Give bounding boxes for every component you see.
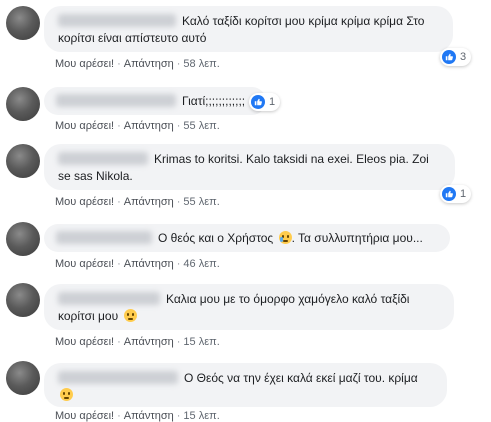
like-link[interactable]: Μου αρέσει! [55,336,114,348]
reply-link[interactable]: Απάντηση [124,196,174,208]
comment-actions: Μου αρέσει! · Απάντηση · 46 λεπ. [55,258,220,270]
reaction-number: 1 [269,96,276,108]
comment-text: Ο θεός και ο Χρήστος [158,231,274,245]
timestamp[interactable]: 55 λεπ. [183,196,219,208]
reply-link[interactable]: Απάντηση [124,120,174,132]
reaction-number: 3 [460,51,467,63]
separator: · [117,120,121,132]
comment-actions: Μου αρέσει! · Απάντηση · 15 λεπ. [55,336,220,348]
timestamp[interactable]: 55 λεπ. [183,120,219,132]
author-name[interactable] [58,152,148,165]
separator: · [117,58,121,70]
comment-bubble: Καλια μου με το όμορφο χαμόγελο καλό ταξ… [44,284,454,330]
author-name[interactable] [58,292,160,305]
comment-actions: Μου αρέσει! · Απάντηση · 58 λεπ. [55,58,220,70]
comment-text: Γιατί;;;;;;;;;;;; [182,94,246,108]
reaction-count[interactable]: 3 [440,48,472,66]
separator: · [176,58,181,70]
comment-bubble: Krimas to koritsi. Kalo taksidi na exei.… [44,144,455,190]
timestamp[interactable]: 15 λεπ. [183,410,219,422]
timestamp[interactable]: 58 λεπ. [183,58,219,70]
like-link[interactable]: Μου αρέσει! [55,196,114,208]
author-name[interactable] [58,14,176,27]
like-thumb-icon [251,95,265,109]
separator: · [117,196,121,208]
author-name[interactable] [56,231,152,244]
separator: · [117,336,121,348]
sad-face-emoji [60,388,73,401]
separator: · [176,120,181,132]
reaction-count[interactable]: 1 [249,93,281,111]
comment-bubble: Γιατί;;;;;;;;;;;; [44,87,266,115]
separator: · [176,196,181,208]
author-name[interactable] [58,371,178,384]
comment-text-after: Τα συλλυπητήρια μου... [298,231,423,245]
timestamp[interactable]: 15 λεπ. [183,336,219,348]
avatar[interactable] [6,144,40,178]
avatar[interactable] [6,283,40,317]
separator: · [176,258,181,270]
comment-actions: Μου αρέσει! · Απάντηση · 55 λεπ. [55,120,220,132]
crying-face-emoji [278,231,292,244]
comment-actions: Μου αρέσει! · Απάντηση · 15 λεπ. [55,410,220,422]
like-thumb-icon [442,187,456,201]
sad-face-emoji [123,309,137,322]
comment-text: Ο Θεός να την έχει καλά εκεί μαζί του. κ… [184,371,418,385]
reply-link[interactable]: Απάντηση [124,258,174,270]
like-link[interactable]: Μου αρέσει! [55,58,114,70]
comment-actions: Μου αρέσει! · Απάντηση · 55 λεπ. [55,196,220,208]
like-link[interactable]: Μου αρέσει! [55,120,114,132]
separator: · [176,336,181,348]
like-link[interactable]: Μου αρέσει! [55,258,114,270]
reply-link[interactable]: Απάντηση [124,336,174,348]
timestamp[interactable]: 46 λεπ. [183,258,219,270]
author-name[interactable] [56,94,176,107]
separator: · [117,258,121,270]
avatar[interactable] [6,361,40,395]
separator: · [176,410,181,422]
comment-bubble: Καλό ταξίδι κορίτσι μου κρίμα κρίμα κρίμ… [44,6,453,52]
reply-link[interactable]: Απάντηση [124,410,174,422]
reaction-number: 1 [460,188,467,200]
separator: · [117,410,121,422]
avatar[interactable] [6,6,40,40]
avatar[interactable] [6,87,40,121]
comment-bubble: Ο Θεός να την έχει καλά εκεί μαζί του. κ… [44,363,447,407]
reply-link[interactable]: Απάντηση [124,58,174,70]
like-thumb-icon [442,50,456,64]
like-link[interactable]: Μου αρέσει! [55,410,114,422]
comment-bubble: Ο θεός και ο Χρήστος . Τα συλλυπητήρια μ… [44,224,450,252]
avatar[interactable] [6,222,40,256]
reaction-count[interactable]: 1 [440,185,472,203]
